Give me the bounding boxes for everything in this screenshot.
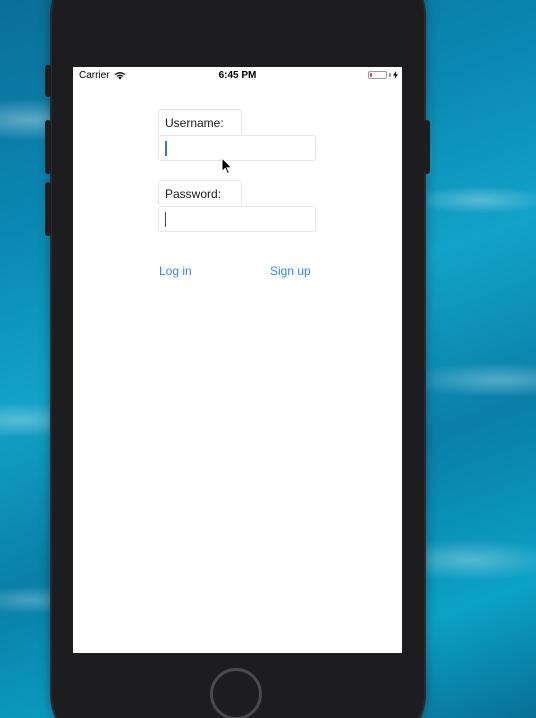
password-label: Password: (158, 180, 242, 205)
status-time: 6:45 PM (218, 70, 257, 81)
battery-icon (368, 71, 387, 79)
volume-up-button (45, 120, 51, 174)
volume-down-button (45, 182, 51, 236)
app-screen: Carrier 6:45 PM Username: Password: Log … (73, 67, 402, 653)
signup-button[interactable]: Sign up (270, 264, 311, 278)
login-button[interactable]: Log in (159, 264, 192, 278)
home-button[interactable] (210, 668, 262, 718)
battery-tip (389, 73, 391, 77)
text-caret (165, 141, 167, 156)
mouse-pointer-icon (221, 157, 233, 175)
username-field[interactable] (158, 135, 316, 161)
battery-indicator (368, 71, 398, 79)
username-label: Username: (158, 109, 242, 134)
status-bar: Carrier 6:45 PM (73, 67, 402, 85)
mute-switch (45, 65, 51, 97)
charging-bolt-icon (393, 71, 398, 79)
battery-fill (370, 73, 373, 77)
power-button (424, 120, 430, 174)
password-field[interactable] (158, 206, 316, 232)
text-caret-secondary (165, 212, 166, 227)
